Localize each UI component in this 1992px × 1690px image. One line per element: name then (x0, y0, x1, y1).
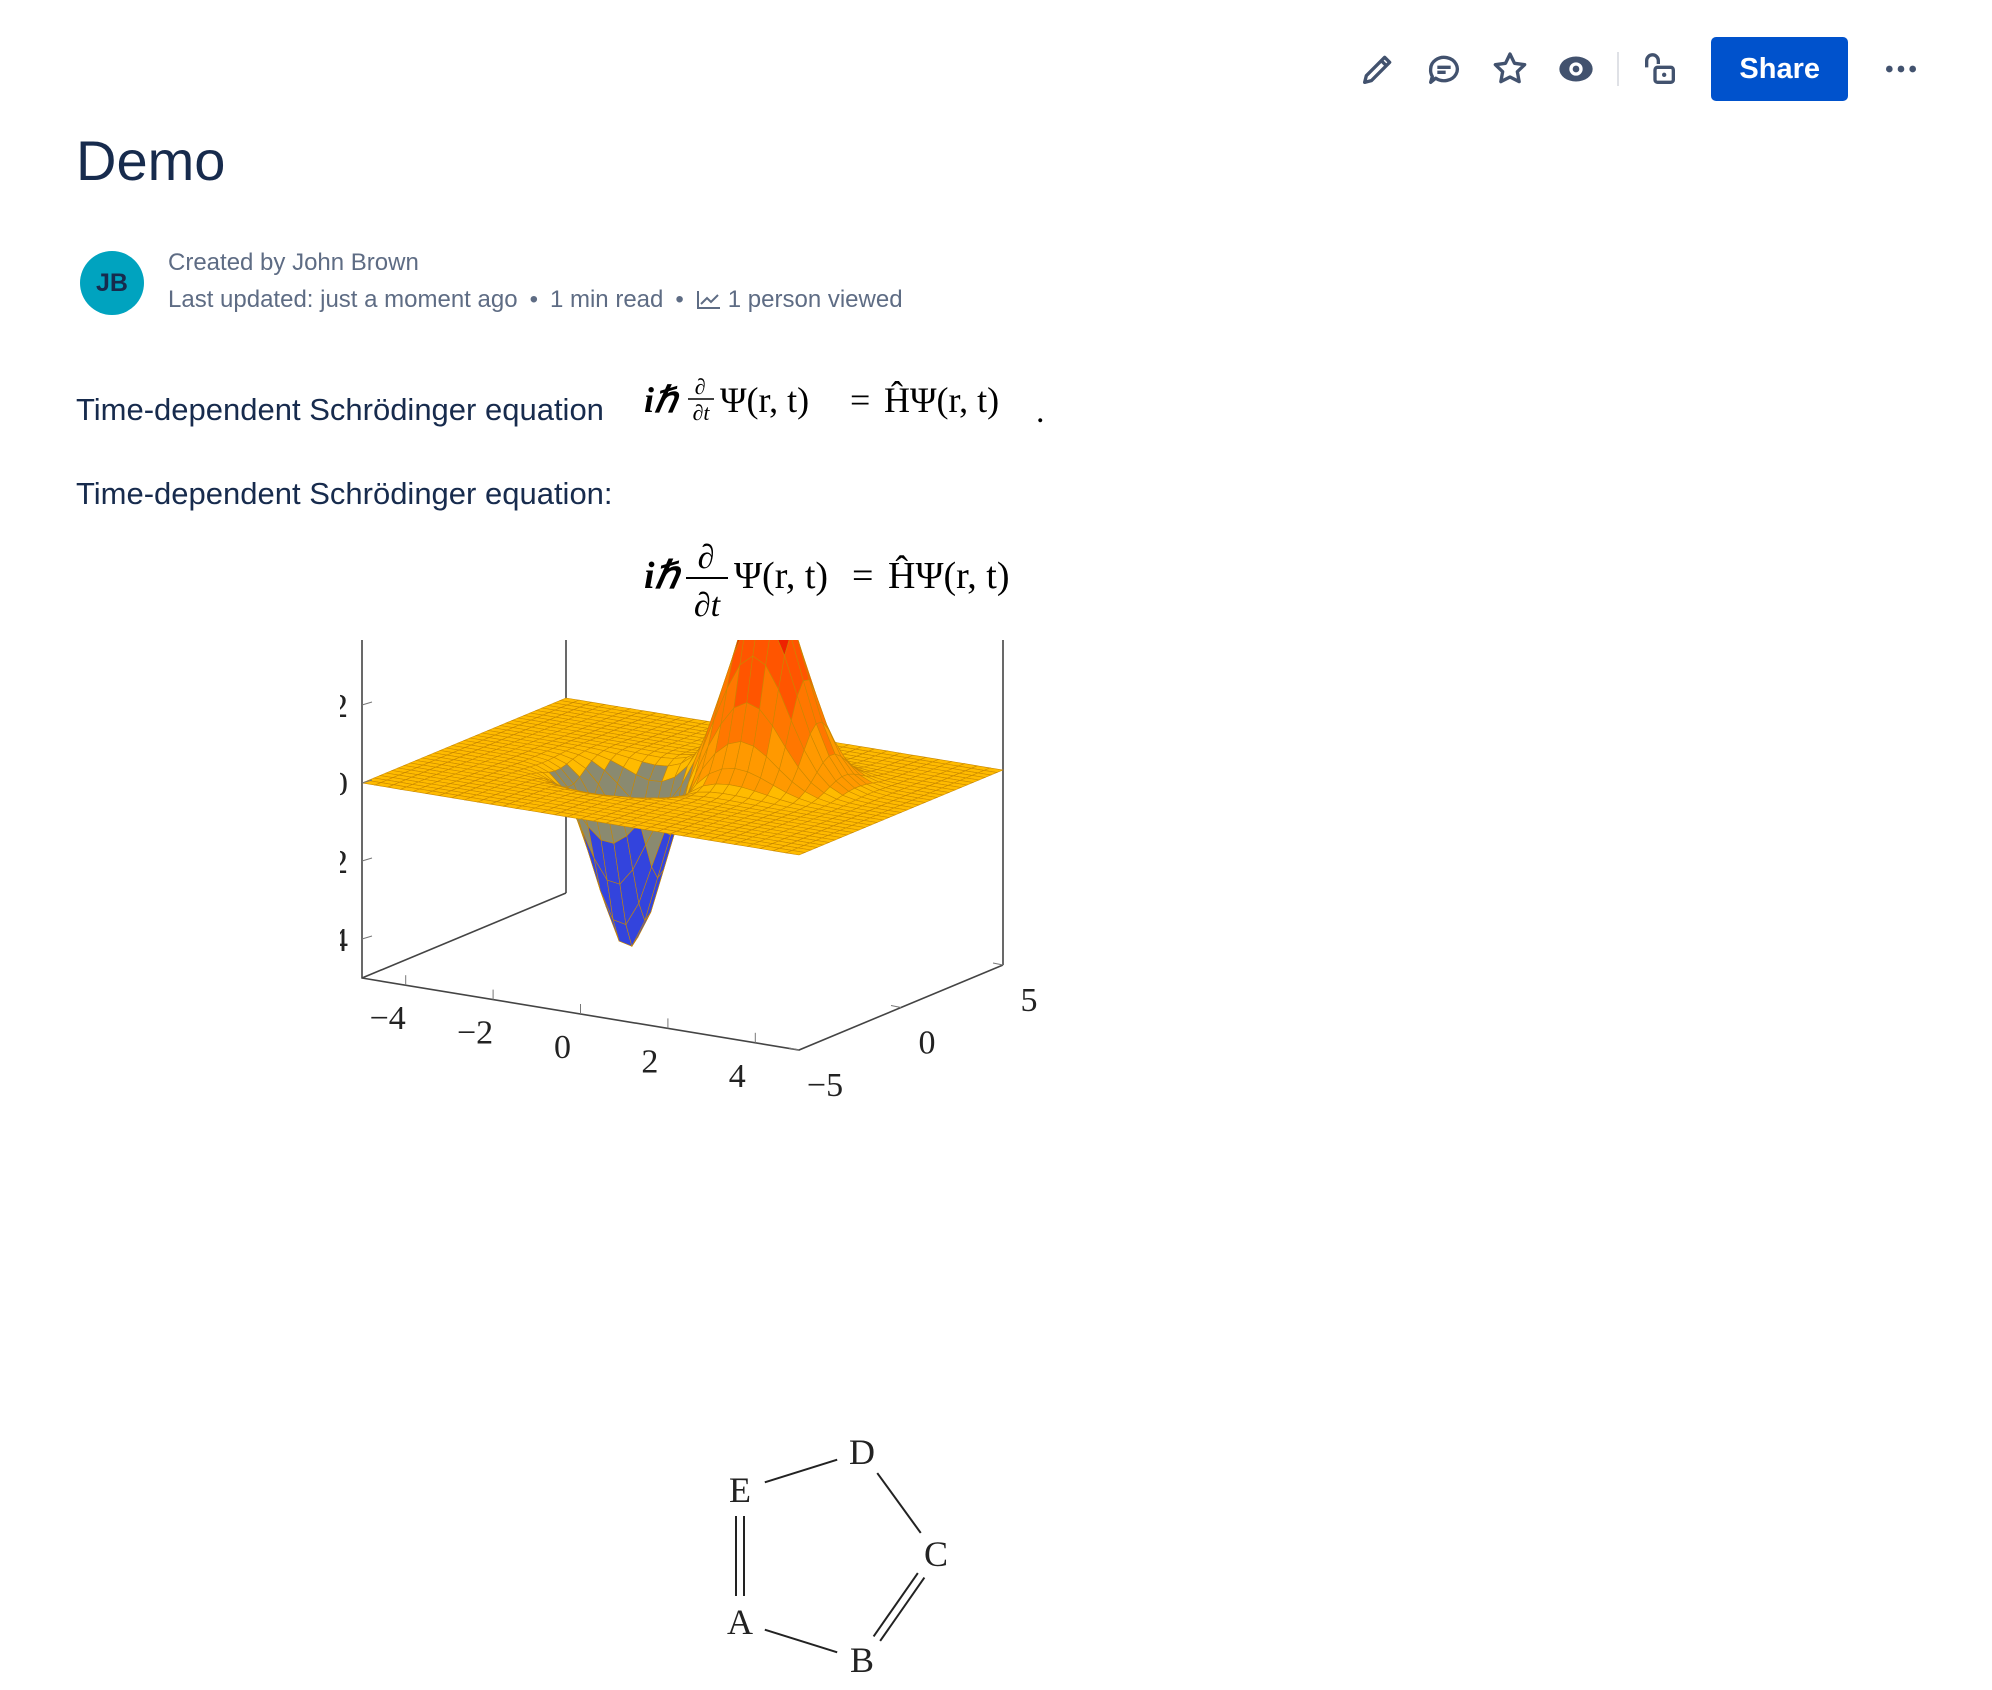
z-tick (361, 701, 373, 706)
toolbar-divider (1617, 52, 1620, 86)
eq-lhs: Ψ(r, t) (720, 380, 809, 420)
eq-equals: = (852, 555, 873, 597)
y-tick-label: −5 (807, 1067, 843, 1104)
more-icon[interactable] (1868, 36, 1934, 102)
graph-node-d: D (849, 1432, 875, 1472)
z-tick-label: −0.2 (340, 844, 348, 881)
eq-fraction-denominator: ∂t (693, 400, 711, 425)
page-metadata: Last updated: just a moment ago • 1 min re… (168, 281, 903, 318)
avatar[interactable]: JB (80, 251, 144, 315)
y-tick (992, 962, 1004, 966)
separator-dot: • (529, 286, 538, 313)
eq-lhs: Ψ(r, t) (734, 555, 828, 597)
page-toolbar: Share (1345, 36, 1934, 102)
plot-bottom-back-edge (361, 892, 567, 979)
z-tick-label: 0 (340, 766, 348, 803)
sentence-period: . (1036, 393, 1045, 430)
x-tick-label: 0 (554, 1029, 571, 1066)
eye-icon[interactable] (1543, 36, 1609, 102)
byline: Created by John Brown Last updated: just… (168, 244, 903, 318)
eq-prefix: iℏ (644, 380, 680, 420)
x-tick-label: −4 (370, 1000, 406, 1037)
pencil-icon[interactable] (1345, 36, 1411, 102)
plot-front-edges (361, 640, 1004, 1051)
eq-equals: = (850, 380, 870, 420)
x-tick-label: 4 (729, 1058, 746, 1095)
graph-node-a: A (727, 1602, 753, 1642)
eq-fraction-denominator: ∂t (694, 587, 722, 624)
separator-dot: • (675, 286, 684, 313)
graph-edge-double (879, 1577, 926, 1642)
graph-node-e: E (729, 1470, 751, 1510)
paragraph-text: Time-dependent Schrödinger equation (76, 392, 604, 427)
y-tick (890, 1005, 902, 1008)
graph-edge (764, 1458, 838, 1484)
views-count: 1 person viewed (727, 286, 903, 313)
eq-prefix: iℏ (644, 555, 683, 597)
z-tick-label: 0.2 (340, 688, 348, 725)
share-button[interactable]: Share (1711, 37, 1848, 101)
last-updated: Last updated: just a moment ago (168, 286, 518, 313)
z-tick-label: 0.4 (340, 640, 348, 647)
z-tick-label: −0.4 (340, 922, 348, 959)
created-by[interactable]: Created by John Brown (168, 244, 903, 281)
inline-equation: iℏ ∂ ∂t Ψ(r, t) = ĤΨ(r, t) . (644, 372, 1064, 437)
eq-rhs: ĤΨ(r, t) (884, 380, 999, 420)
eq-rhs: ĤΨ(r, t) (888, 555, 1009, 597)
eq-fraction-numerator: ∂ (698, 539, 715, 576)
paragraph-intro: Time-dependent Schrödinger equation: (76, 476, 613, 511)
eq-fraction-numerator: ∂ (695, 374, 706, 399)
graph-edge-double (872, 1572, 919, 1637)
surface-plot: −4 −2 0 2 4 −5 0 5 0.4 0.2 0 −0.2 −0.4 (340, 640, 1038, 1104)
star-icon[interactable] (1477, 36, 1543, 102)
graph-node-c: C (924, 1534, 948, 1574)
paragraph-inline-equation: Time-dependent Schrödinger equation (76, 392, 604, 428)
graph-edge (764, 1628, 838, 1654)
z-tick (361, 857, 373, 862)
y-tick-label: 5 (1021, 982, 1038, 1019)
pentagon-graph: A B C D E (727, 1432, 948, 1680)
page-title: Demo (76, 129, 226, 192)
graph-edge (876, 1472, 922, 1534)
unlock-icon[interactable] (1627, 36, 1693, 102)
comment-icon[interactable] (1411, 36, 1477, 102)
x-tick-label: 2 (641, 1043, 658, 1080)
display-equation: iℏ ∂ ∂t Ψ(r, t) = ĤΨ(r, t) (640, 538, 1060, 643)
read-time: 1 min read (549, 286, 664, 313)
x-tick-label: −2 (457, 1015, 493, 1052)
views-link[interactable]: 1 person viewed (696, 286, 903, 313)
graph-node-b: B (850, 1640, 874, 1680)
y-tick-label: 0 (919, 1025, 936, 1062)
z-tick (361, 935, 373, 940)
analytics-icon (696, 291, 720, 309)
